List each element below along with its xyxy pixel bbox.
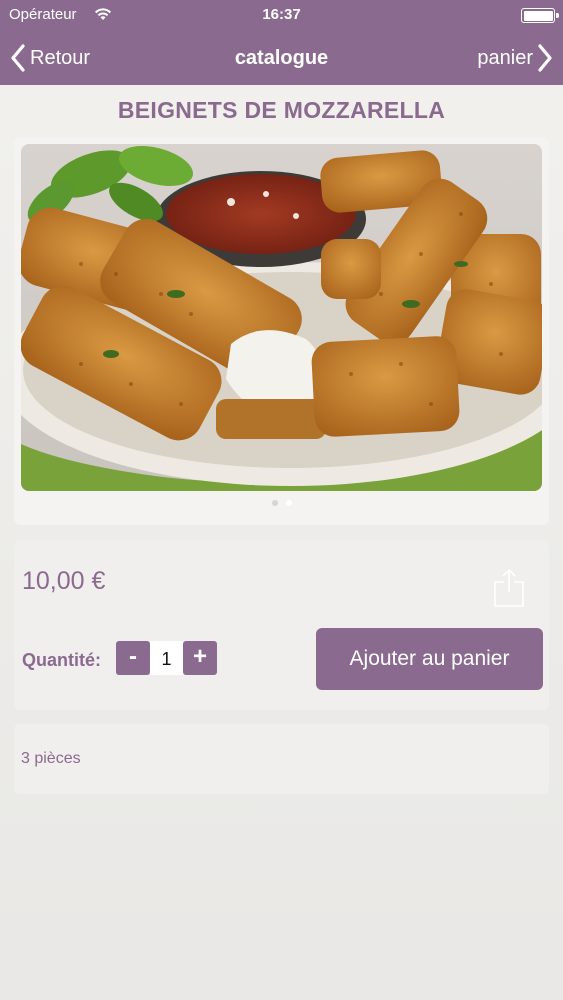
status-bar: Opérateur 16:37 bbox=[0, 0, 563, 32]
chevron-right-icon bbox=[538, 44, 552, 72]
quantity-label: Quantité: bbox=[22, 650, 101, 670]
clock: 16:37 bbox=[262, 6, 301, 23]
carousel-dot-active[interactable] bbox=[285, 500, 292, 506]
product-description: 3 pièces bbox=[21, 750, 81, 767]
carousel-indicator[interactable] bbox=[0, 500, 563, 506]
product-title: BEIGNETS DE MOZZARELLA bbox=[117, 97, 446, 123]
mozzarella-sticks-photo bbox=[21, 144, 542, 491]
battery-icon bbox=[521, 8, 559, 23]
description-card bbox=[14, 724, 549, 794]
navigation-bar: Retour catalogue panier bbox=[0, 32, 563, 85]
product-image[interactable] bbox=[21, 144, 542, 491]
carousel-dot[interactable] bbox=[271, 500, 278, 506]
quantity-value[interactable]: 1 bbox=[150, 641, 183, 675]
cart-button[interactable]: panier bbox=[477, 41, 553, 75]
add-to-cart-button[interactable]: Ajouter au panier bbox=[316, 628, 543, 690]
share-icon[interactable] bbox=[492, 566, 526, 608]
quantity-increase-button[interactable]: + bbox=[183, 641, 217, 675]
cart-label: panier bbox=[477, 46, 533, 69]
product-price: 10,00 € bbox=[22, 567, 106, 595]
quantity-decrease-button[interactable]: - bbox=[116, 641, 150, 675]
